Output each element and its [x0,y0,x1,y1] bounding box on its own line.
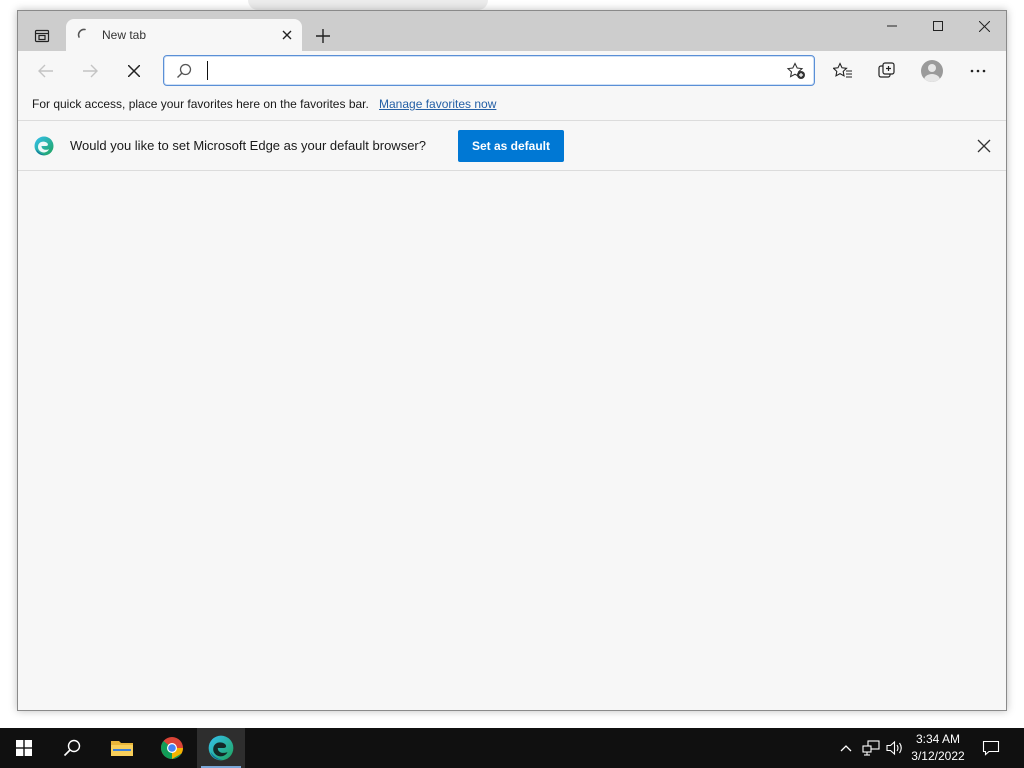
address-input[interactable] [206,61,776,81]
network-tray-icon[interactable] [861,738,881,758]
infobar-message: Would you like to set Microsoft Edge as … [70,138,426,153]
edge-logo-icon [34,136,54,156]
maximize-icon [933,21,943,31]
add-favorite-icon[interactable] [786,62,806,80]
plus-icon [316,29,330,43]
tab-actions-icon [34,29,50,43]
collections-icon [878,62,895,78]
taskbar-microsoft-edge[interactable] [197,728,245,768]
new-tab-button[interactable] [310,23,336,49]
settings-and-more-button[interactable] [962,57,994,85]
set-as-default-button[interactable]: Set as default [458,130,564,162]
tab-new-tab[interactable]: New tab [66,19,302,51]
collections-button[interactable] [871,57,903,85]
chevron-up-icon [840,745,852,752]
speaker-icon [886,740,902,756]
taskbar-file-explorer[interactable] [98,728,146,768]
address-bar[interactable] [163,55,815,86]
action-center-button[interactable] [981,738,1001,758]
more-icon [970,69,986,73]
notification-icon [982,740,1000,756]
loading-spinner-icon [77,28,86,38]
search-icon [63,739,81,757]
default-browser-infobar: Would you like to set Microsoft Edge as … [18,122,1006,171]
tab-close-button[interactable] [278,26,296,44]
taskbar-google-chrome[interactable] [148,728,196,768]
favorites-bar-message: For quick access, place your favorites h… [32,97,369,111]
minimize-icon [887,25,897,27]
navigation-toolbar [18,51,1006,91]
clock-date: 3/12/2022 [911,749,965,763]
page-content-area [18,172,1006,710]
stop-loading-button[interactable] [118,57,150,85]
clock-time: 3:34 AM [915,732,961,746]
windows-logo-icon [16,740,32,756]
window-close-button[interactable] [961,11,1006,41]
profile-button[interactable] [916,57,948,85]
folder-icon [111,741,133,756]
start-button[interactable] [0,728,48,768]
favorites-icon [833,62,852,78]
favorites-button[interactable] [827,57,859,85]
search-icon [177,63,192,78]
minimize-button[interactable] [869,11,915,41]
background-window-edge [248,0,488,10]
title-bar: New tab [18,11,1006,51]
forward-arrow-icon [83,64,98,78]
manage-favorites-link[interactable]: Manage favorites now [379,97,496,111]
back-button[interactable] [30,57,62,85]
close-icon [978,20,990,32]
tab-actions-button[interactable] [28,23,56,49]
stop-icon [128,65,140,77]
system-clock[interactable]: 3:34 AM 3/12/2022 [906,731,970,765]
favorites-bar: For quick access, place your favorites h… [18,91,1006,121]
taskbar: 3:34 AM 3/12/2022 [0,728,1024,768]
volume-tray-icon[interactable] [885,738,905,758]
maximize-button[interactable] [915,11,961,41]
back-arrow-icon [38,64,53,78]
text-cursor [207,61,208,80]
forward-button[interactable] [74,57,106,85]
profile-icon [921,60,943,82]
taskbar-search-button[interactable] [48,728,96,768]
network-icon [862,740,880,756]
tab-title: New tab [102,28,147,42]
chrome-icon [160,737,183,759]
edge-browser-window: New tab For quick access, place your fav… [17,10,1007,711]
edge-logo-icon [208,735,234,761]
close-icon [282,30,292,40]
show-hidden-icons-button[interactable] [836,738,856,758]
close-icon[interactable] [976,138,992,154]
